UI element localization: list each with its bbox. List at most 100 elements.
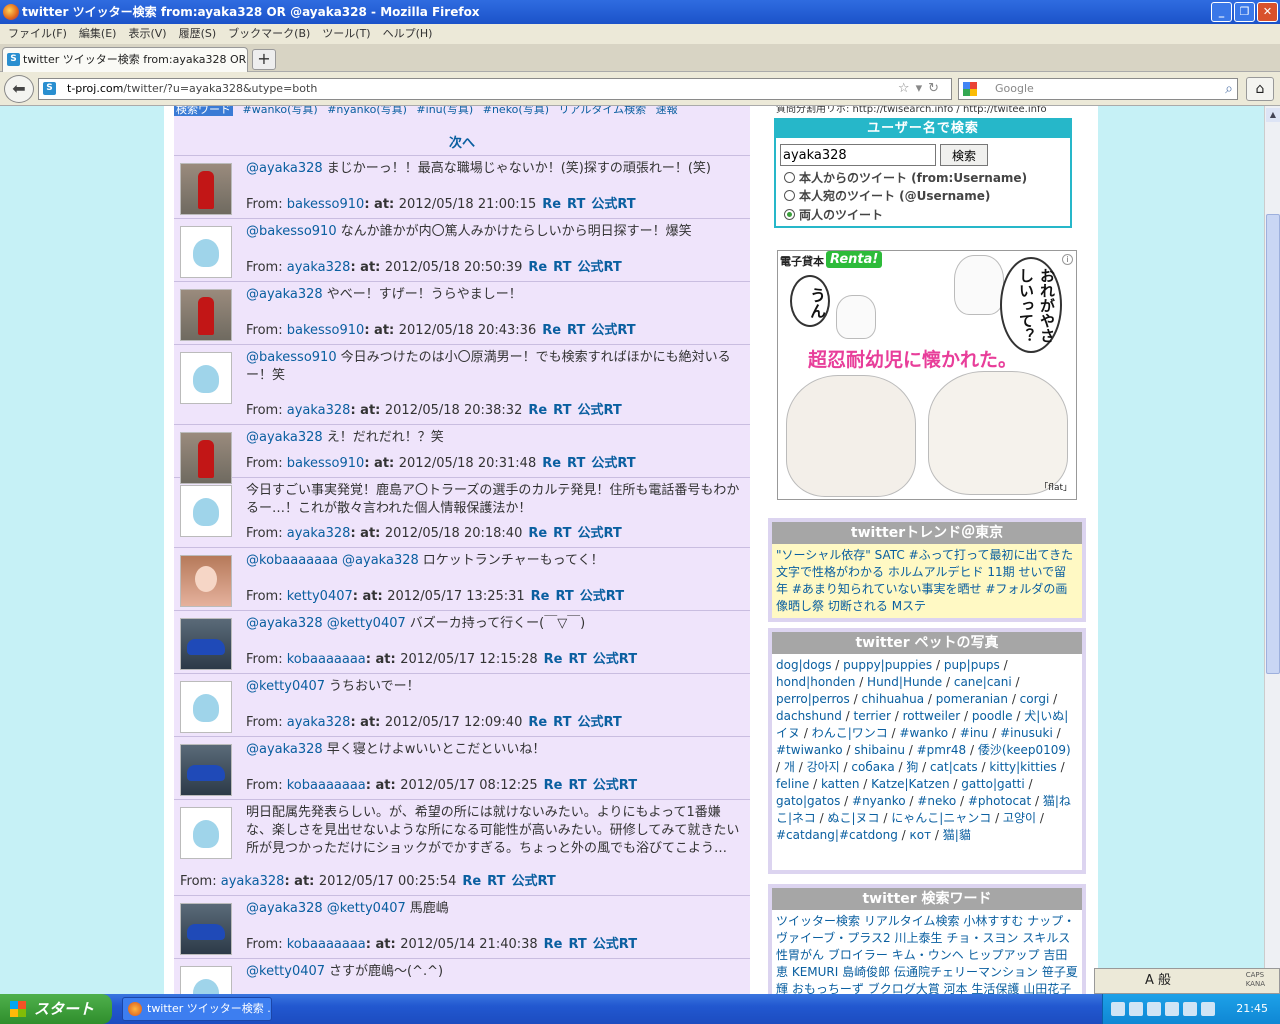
search-word-link[interactable]: 島崎俊郎 — [842, 965, 890, 979]
pet-link[interactable]: hond|honden — [776, 675, 855, 689]
start-button[interactable]: スタート — [0, 994, 112, 1024]
official-retweet-link[interactable]: 公式RT — [591, 197, 635, 212]
user-avatar[interactable] — [180, 618, 232, 670]
trend-link[interactable]: 11期 — [987, 565, 1014, 579]
minimize-button[interactable]: _ — [1211, 2, 1232, 22]
official-retweet-link[interactable]: 公式RT — [577, 526, 621, 541]
maximize-button[interactable]: ❐ — [1234, 2, 1255, 22]
pet-link[interactable]: 고양이 — [1003, 811, 1036, 825]
radio-from-icon[interactable] — [784, 172, 795, 183]
pet-link[interactable]: pomeranian — [936, 692, 1008, 706]
ime-language-bar[interactable]: A 般 CAPS KANA — [1094, 968, 1280, 994]
from-user-link[interactable]: bakesso910 — [287, 456, 365, 471]
user-avatar[interactable] — [180, 744, 232, 796]
reply-link[interactable]: Re — [462, 874, 481, 889]
pet-link[interactable]: #inusuki — [1000, 726, 1053, 740]
user-avatar[interactable] — [180, 432, 232, 484]
pet-link[interactable]: собака — [851, 760, 894, 774]
ad-info-icon[interactable]: i — [1062, 254, 1073, 265]
search-word-link[interactable]: 伝通院チェリーマンション — [894, 965, 1038, 979]
mention-link[interactable]: @ketty0407 — [246, 679, 325, 694]
tray-volume-icon[interactable] — [1147, 1002, 1161, 1016]
pet-link[interactable]: #nyanko — [852, 794, 906, 808]
search-icon[interactable]: ⌕ — [1225, 79, 1233, 99]
back-button[interactable]: ⬅ — [4, 75, 34, 103]
ime-mode[interactable]: A 般 — [1145, 973, 1171, 988]
search-word-link[interactable]: ブクログ大賞 — [868, 982, 940, 994]
home-button[interactable]: ⌂ — [1246, 77, 1274, 101]
tray-network-icon[interactable] — [1129, 1002, 1143, 1016]
mention-link[interactable]: @ayaka328 — [246, 430, 323, 445]
official-retweet-link[interactable]: 公式RT — [577, 715, 621, 730]
user-avatar[interactable] — [180, 226, 232, 278]
user-avatar[interactable] — [180, 903, 232, 955]
nyanko-link[interactable]: #nyanko(写真) — [327, 106, 407, 116]
mention-link[interactable]: @ayaka328 — [246, 616, 323, 631]
official-retweet-link[interactable]: 公式RT — [511, 874, 555, 889]
pet-link[interactable]: #wanko — [899, 726, 948, 740]
reply-link[interactable]: Re — [528, 403, 547, 418]
user-avatar[interactable] — [180, 289, 232, 341]
pet-link[interactable]: puppy|puppies — [843, 658, 932, 672]
tray-update-icon[interactable] — [1165, 1002, 1179, 1016]
radio-to-icon[interactable] — [784, 190, 795, 201]
trend-link[interactable]: Mステ — [892, 599, 926, 613]
pet-link[interactable]: cane|cani — [954, 675, 1012, 689]
pet-link[interactable]: dog|dogs — [776, 658, 831, 672]
neko-link[interactable]: #neko(写真) — [483, 106, 549, 116]
search-word-link[interactable]: KEMURI — [792, 965, 838, 979]
pet-link[interactable]: #catdang|#catdong — [776, 828, 898, 842]
menu-help[interactable]: ヘルプ(H) — [379, 24, 437, 44]
tray-app-icon[interactable] — [1183, 1002, 1197, 1016]
menu-history[interactable]: 履歴(S) — [175, 24, 221, 44]
tray-security-icon[interactable] — [1111, 1002, 1125, 1016]
from-user-link[interactable]: bakesso910 — [287, 323, 365, 338]
official-retweet-link[interactable]: 公式RT — [591, 323, 635, 338]
pet-link[interactable]: 강아지 — [807, 760, 840, 774]
next-page-link[interactable]: 次へ — [449, 136, 475, 151]
url-bar[interactable]: S t-proj.com/twitter/?u=ayaka328&utype=b… — [38, 78, 952, 100]
search-word-link[interactable]: おもっちーず — [792, 982, 864, 994]
pet-link[interactable]: chihuahua — [861, 692, 924, 706]
reply-link[interactable]: Re — [542, 456, 561, 471]
pet-link[interactable]: にゃんこ|ニャンコ — [891, 811, 991, 825]
reply-link[interactable]: Re — [544, 652, 563, 667]
user-avatar[interactable] — [180, 966, 232, 994]
trend-link[interactable]: 切断される — [828, 599, 888, 613]
user-avatar[interactable] — [180, 352, 232, 404]
search-word-link[interactable]: 河本 — [944, 982, 968, 994]
google-engine-icon[interactable] — [963, 82, 977, 96]
retweet-link[interactable]: RT — [569, 652, 587, 667]
from-user-link[interactable]: kobaaaaaaa — [287, 652, 366, 667]
pet-link[interactable]: ぬこ|ヌコ — [827, 811, 879, 825]
pet-link[interactable]: 猫|貓 — [943, 828, 971, 842]
menu-file[interactable]: ファイル(F) — [4, 24, 71, 44]
menu-edit[interactable]: 編集(E) — [75, 24, 121, 44]
search-word-link[interactable]: リアルタイム検索 — [864, 914, 960, 928]
mention-link[interactable]: @bakesso910 — [246, 224, 337, 239]
mention-link[interactable]: @ketty0407 — [246, 964, 325, 979]
official-retweet-link[interactable]: 公式RT — [591, 456, 635, 471]
from-user-link[interactable]: ayaka328 — [287, 260, 351, 275]
user-avatar[interactable] — [180, 681, 232, 733]
retweet-link[interactable]: RT — [553, 715, 571, 730]
pet-link[interactable]: 개 — [784, 760, 795, 774]
reply-link[interactable]: Re — [528, 715, 547, 730]
from-user-link[interactable]: ketty0407 — [287, 589, 353, 604]
official-retweet-link[interactable]: 公式RT — [580, 589, 624, 604]
search-word-link[interactable]: ツイッター検索 — [776, 914, 860, 928]
search-word-link[interactable]: ブロイラー — [828, 948, 888, 962]
from-user-link[interactable]: ayaka328 — [287, 403, 351, 418]
from-user-link[interactable]: ayaka328 — [287, 715, 351, 730]
pet-link[interactable]: corgi — [1020, 692, 1050, 706]
mention-link[interactable]: @ayaka328 — [342, 553, 419, 568]
from-user-link[interactable]: kobaaaaaaa — [287, 778, 366, 793]
retweet-link[interactable]: RT — [553, 403, 571, 418]
official-retweet-link[interactable]: 公式RT — [593, 937, 637, 952]
from-user-link[interactable]: kobaaaaaaa — [287, 937, 366, 952]
search-word-link[interactable]: 生活保護 — [971, 982, 1019, 994]
reply-link[interactable]: Re — [542, 197, 561, 212]
pet-link[interactable]: 狗 — [906, 760, 918, 774]
vertical-scrollbar[interactable]: ▲ ▼ — [1264, 106, 1280, 994]
option-both[interactable]: 両人のツイート — [784, 206, 883, 223]
